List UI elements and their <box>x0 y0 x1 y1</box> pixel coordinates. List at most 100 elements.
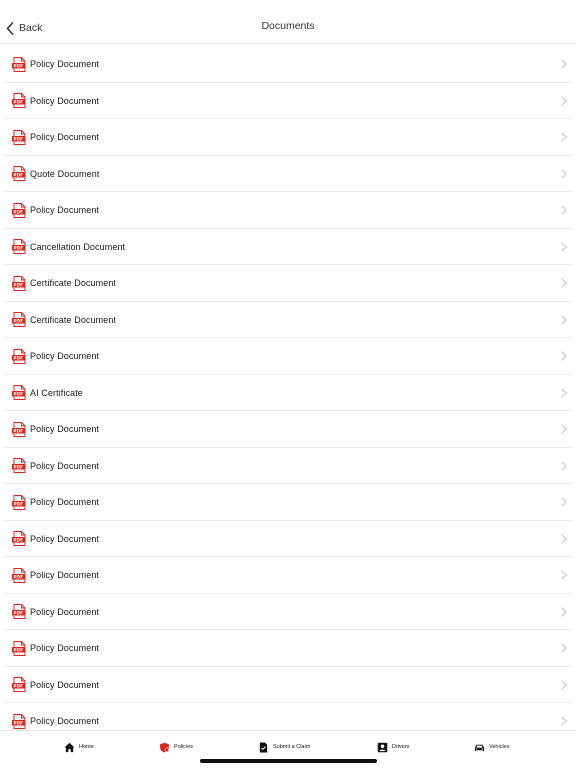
pdf-icon: PDF <box>12 93 26 109</box>
pdf-icon-text: PDF <box>14 647 24 652</box>
document-label: AI Certificate <box>30 387 83 398</box>
document-label: Policy Document <box>30 643 100 654</box>
pdf-icon: PDF <box>12 713 26 729</box>
pdf-icon-text: PDF <box>14 355 24 360</box>
pdf-icon: PDF <box>12 531 26 547</box>
chevron-right-icon <box>561 205 567 215</box>
pdf-icon: PDF <box>12 129 26 145</box>
chevron-right-icon <box>561 497 567 507</box>
tab-policies[interactable]: Policies <box>159 741 193 753</box>
document-row[interactable]: PDF Quote Document <box>0 156 576 193</box>
document-row[interactable]: PDF Policy Document <box>0 192 576 229</box>
pdf-icon: PDF <box>12 312 26 328</box>
document-row[interactable]: PDF AI Certificate <box>0 375 576 412</box>
chevron-right-icon <box>561 533 567 544</box>
document-label: Policy Document <box>30 59 100 70</box>
document-row[interactable]: PDF Policy Document <box>0 448 576 485</box>
document-row[interactable]: PDF Policy Document <box>0 411 576 448</box>
document-row[interactable]: PDF Policy Document <box>0 521 576 558</box>
chevron-right-icon <box>561 570 567 580</box>
tab-drivers-label: Drivers <box>392 744 410 750</box>
chevron-right-icon <box>561 168 567 179</box>
document-label: Policy Document <box>30 460 100 471</box>
document-row[interactable]: PDF Policy Document <box>0 557 576 594</box>
tab-submit-claim[interactable]: Submit a Claim <box>258 741 310 753</box>
document-row[interactable]: PDF Policy Document <box>0 703 576 730</box>
pdf-icon: PDF <box>12 239 26 255</box>
tab-home[interactable]: Home <box>64 741 94 753</box>
pdf-icon: PDF <box>12 166 26 182</box>
home-indicator <box>200 759 377 763</box>
document-label: Certificate Document <box>30 314 117 325</box>
document-row[interactable]: PDF Certificate Document <box>0 302 576 339</box>
pdf-icon: PDF <box>12 421 26 437</box>
document-check-icon <box>259 741 268 753</box>
tab-home-label: Home <box>79 744 94 750</box>
chevron-right-icon <box>561 314 567 325</box>
pdf-icon-text: PDF <box>14 465 24 470</box>
document-label: Quote Document <box>30 168 100 179</box>
documents-list[interactable]: PDF Policy Document PDF Policy Document PDF P… <box>0 46 576 730</box>
pdf-icon-text: PDF <box>14 684 24 689</box>
pdf-icon: PDF <box>12 56 26 72</box>
pdf-icon: PDF <box>12 275 26 291</box>
pdf-icon-text: PDF <box>14 209 24 214</box>
car-icon <box>474 744 485 751</box>
pdf-icon-text: PDF <box>14 63 24 68</box>
pdf-icon-text: PDF <box>14 720 24 725</box>
pdf-icon-text: PDF <box>14 611 24 616</box>
document-row[interactable]: PDF Policy Document <box>0 667 576 704</box>
tab-vehicles-label: Vehicles <box>489 744 510 750</box>
pdf-icon-text: PDF <box>14 282 24 287</box>
chevron-right-icon <box>561 95 567 106</box>
pdf-icon-text: PDF <box>14 392 24 397</box>
document-label: Policy Document <box>30 497 100 508</box>
home-icon <box>64 742 75 752</box>
document-label: Policy Document <box>30 424 100 435</box>
tab-claim-label: Submit a Claim <box>273 744 311 750</box>
document-row[interactable]: PDF Policy Document <box>0 83 576 120</box>
person-card-icon <box>377 742 388 752</box>
pdf-icon: PDF <box>12 567 26 583</box>
page-title: Documents <box>261 20 315 32</box>
document-row[interactable]: PDF Certificate Document <box>0 265 576 302</box>
pdf-icon-text: PDF <box>14 574 24 579</box>
document-row[interactable]: PDF Policy Document <box>0 46 576 83</box>
document-label: Policy Document <box>30 132 100 143</box>
chevron-right-icon <box>561 351 567 361</box>
document-label: Policy Document <box>30 606 100 617</box>
document-label: Policy Document <box>30 95 100 106</box>
pdf-icon: PDF <box>12 494 26 510</box>
pdf-icon: PDF <box>12 458 26 474</box>
document-label: Policy Document <box>30 679 100 690</box>
document-label: Policy Document <box>30 533 100 544</box>
pdf-icon-text: PDF <box>14 538 24 543</box>
chevron-right-icon <box>561 679 567 690</box>
document-label: Cancellation Document <box>30 241 126 252</box>
tab-policies-label: Policies <box>174 744 193 750</box>
pdf-icon-text: PDF <box>14 319 24 324</box>
document-row[interactable]: PDF Policy Document <box>0 594 576 631</box>
document-row[interactable]: PDF Policy Document <box>0 484 576 521</box>
pdf-icon-text: PDF <box>14 100 24 105</box>
chevron-right-icon <box>561 643 567 653</box>
pdf-icon: PDF <box>12 385 26 401</box>
chevron-right-icon <box>561 387 567 398</box>
pdf-icon-text: PDF <box>14 501 24 506</box>
pdf-icon: PDF <box>12 640 26 656</box>
document-row[interactable]: PDF Policy Document <box>0 338 576 375</box>
document-row[interactable]: PDF Policy Document <box>0 119 576 156</box>
document-row[interactable]: PDF Cancellation Document <box>0 229 576 266</box>
pdf-icon: PDF <box>12 348 26 364</box>
document-label: Policy Document <box>30 570 100 581</box>
document-label: Policy Document <box>30 205 100 216</box>
tab-vehicles[interactable]: Vehicles <box>474 741 510 753</box>
nav-header: Back Documents <box>0 0 576 44</box>
document-row[interactable]: PDF Policy Document <box>0 630 576 667</box>
shield-icon <box>160 742 170 752</box>
pdf-icon: PDF <box>12 604 26 620</box>
tab-drivers[interactable]: Drivers <box>377 741 409 753</box>
chevron-right-icon <box>561 132 567 142</box>
chevron-right-icon <box>561 424 567 434</box>
document-label: Policy Document <box>30 716 100 727</box>
